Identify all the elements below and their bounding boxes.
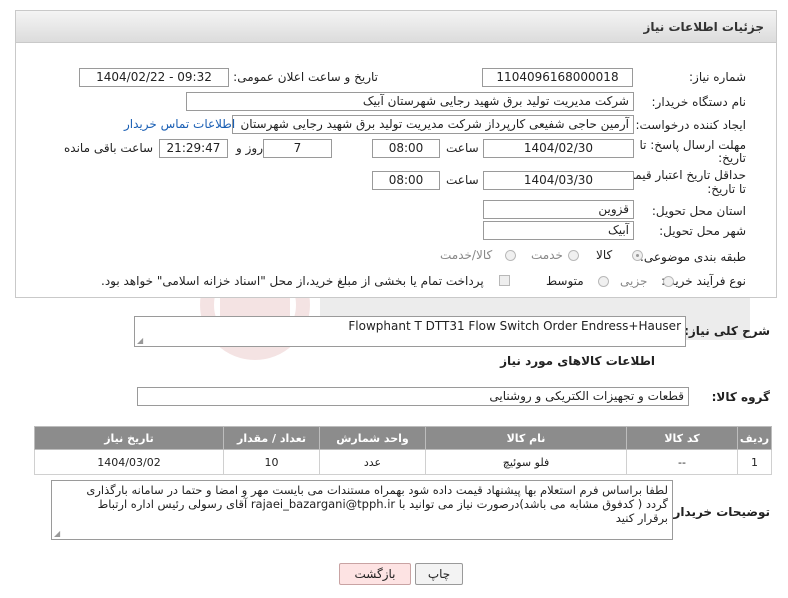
deadline-days-label: روز و (236, 141, 263, 155)
category-radio-service[interactable] (568, 250, 579, 261)
goods-section-title: اطلاعات کالاهای مورد نیاز (500, 354, 655, 368)
price-validity-time-label: ساعت (446, 173, 479, 187)
buyer-notes-text: لطفا براساس فرم استعلام بها پیشنهاد قیمت… (86, 483, 668, 525)
treasury-payment-note: پرداخت تمام یا بخشی از مبلغ خرید،از محل … (101, 274, 484, 288)
cell-quantity: 10 (223, 449, 320, 475)
col-header-quantity: تعداد / مقدار (223, 426, 320, 450)
category-radio-goods[interactable] (632, 250, 643, 261)
price-validity-label-line1: حداقل تاریخ اعتبار قیمت: (619, 168, 746, 182)
province-field: قزوین (483, 200, 634, 219)
city-field: آبیک (483, 221, 634, 240)
col-header-code: کد کالا (626, 426, 738, 450)
table-header-row: ردیف کد کالا نام کالا واحد شمارش تعداد /… (34, 426, 772, 450)
city-label: شهر محل تحویل: (659, 224, 746, 238)
need-number-field: 1104096168000018 (482, 68, 633, 87)
deadline-date-field: 1404/02/30 (483, 139, 634, 158)
need-number-label: شماره نیاز: (689, 70, 746, 84)
col-header-need-date: تاریخ نیاز (34, 426, 224, 450)
price-validity-time-field: 08:00 (372, 171, 440, 190)
deadline-time-field: 08:00 (372, 139, 440, 158)
panel-header: جزئیات اطلاعات نیاز (16, 11, 776, 43)
col-header-unit: واحد شمارش (319, 426, 426, 450)
col-header-row-number: ردیف (737, 426, 772, 450)
cell-unit: عدد (319, 449, 426, 475)
back-button[interactable]: بازگشت (339, 563, 411, 585)
cell-code: -- (626, 449, 738, 475)
table-row: 1 -- فلو سوئیچ عدد 10 1404/03/02 (34, 449, 772, 475)
requester-field: آرمین حاجی شفیعی کارپرداز شرکت مدیریت تو… (232, 115, 634, 134)
price-validity-label-line2: تا تاریخ: (707, 182, 746, 196)
panel-title: جزئیات اطلاعات نیاز (643, 20, 764, 34)
items-table: ردیف کد کالا نام کالا واحد شمارش تعداد /… (34, 426, 772, 475)
announce-date-label: تاریخ و ساعت اعلان عمومی: (233, 70, 378, 84)
category-radio-goods-service[interactable] (505, 250, 516, 261)
buyer-notes-label: توضیحات خریدار: (668, 505, 770, 519)
cell-name: فلو سوئیچ (425, 449, 627, 475)
col-header-name: نام کالا (425, 426, 627, 450)
description-text: Flowphant T DTT31 Flow Switch Order Endr… (348, 319, 681, 333)
category-option-service: خدمت (531, 248, 563, 262)
remaining-time-field: 21:29:47 (159, 139, 228, 158)
description-textarea: Flowphant T DTT31 Flow Switch Order Endr… (134, 316, 686, 347)
announce-date-field: 1404/02/22 - 09:32 (79, 68, 229, 87)
goods-group-label: گروه کالا: (711, 390, 770, 404)
buyer-contact-link[interactable]: اطلاعات تماس خریدار (124, 117, 235, 131)
resize-grip-icon: ◢ (137, 336, 144, 345)
deadline-label-line1: مهلت ارسال پاسخ: تا (639, 138, 746, 152)
deadline-time-label: ساعت (446, 141, 479, 155)
process-radio-medium[interactable] (598, 276, 609, 287)
deadline-days-field: 7 (263, 139, 332, 158)
cell-row-number: 1 (737, 449, 772, 475)
buyer-field: شرکت مدیریت تولید برق شهید رجایی شهرستان… (186, 92, 634, 111)
description-label: شرح کلی نیاز: (684, 324, 770, 338)
province-label: استان محل تحویل: (651, 204, 746, 218)
remaining-time-label: ساعت باقی مانده (64, 141, 154, 155)
cell-need-date: 1404/03/02 (34, 449, 224, 475)
price-validity-date-field: 1404/03/30 (483, 171, 634, 190)
print-button[interactable]: چاپ (415, 563, 463, 585)
deadline-label-line2: تاریخ: (718, 151, 746, 165)
requester-label: ایجاد کننده درخواست: (635, 118, 746, 132)
goods-group-field: قطعات و تجهیزات الکتریکی و روشنایی (137, 387, 689, 406)
buyer-notes-textarea: لطفا براساس فرم استعلام بها پیشنهاد قیمت… (51, 480, 673, 540)
category-option-goods-service: کالا/خدمت (440, 248, 493, 262)
resize-grip-icon: ◢ (54, 529, 61, 538)
process-option-minor: جزیی (620, 274, 648, 288)
category-label: طبقه بندی موضوعی: (639, 250, 746, 264)
buyer-label: نام دستگاه خریدار: (651, 95, 747, 109)
process-option-medium: متوسط (546, 274, 584, 288)
process-radio-minor[interactable] (663, 276, 674, 287)
category-option-goods: کالا (596, 248, 613, 262)
treasury-payment-checkbox[interactable] (499, 275, 510, 286)
